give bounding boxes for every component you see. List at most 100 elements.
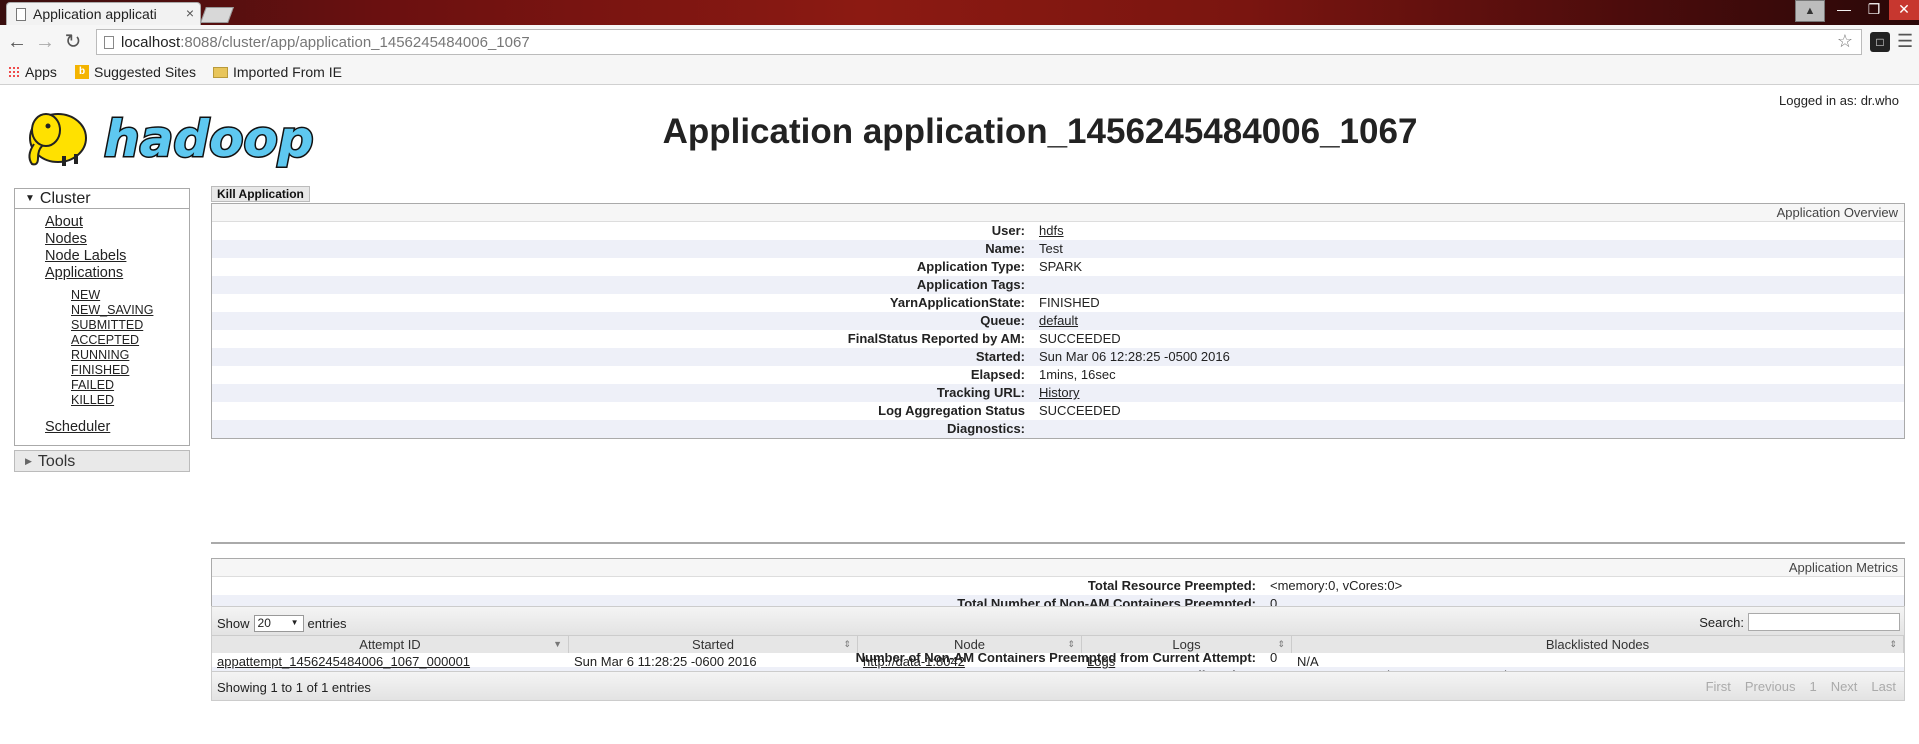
overview-value[interactable]: default — [1025, 312, 1078, 330]
column-label: Logs — [1172, 637, 1201, 652]
pager-next-button[interactable]: Next — [1831, 679, 1858, 694]
column-header[interactable]: Node ⇕ — [858, 636, 1082, 653]
overview-key: Started: — [975, 349, 1025, 364]
table-cell[interactable]: Logs — [1082, 653, 1292, 671]
triangle-right-icon: ▶ — [25, 456, 32, 466]
overview-key: Name: — [985, 241, 1025, 256]
entries-label: entries — [307, 616, 347, 631]
column-label: Attempt ID — [359, 637, 421, 652]
table-cell[interactable]: appattempt_1456245484006_1067_000001 — [212, 653, 569, 671]
pager-last-button[interactable]: Last — [1871, 679, 1896, 694]
overview-value[interactable]: hdfs — [1025, 222, 1064, 240]
browser-toolbar: ← → ↻ localhost:8088/cluster/app/applica… — [0, 25, 1919, 60]
back-arrow-icon[interactable]: ← — [6, 31, 28, 53]
sidebar-link-about[interactable]: About — [45, 214, 83, 230]
overview-title: Application Overview — [212, 204, 1904, 222]
sidebar-state-new-saving[interactable]: NEW_SAVING — [71, 303, 153, 317]
attempts-table: Show 20 entries Search: Attempt ID ▼ Start… — [211, 606, 1905, 701]
logo-wordmark: hadoop — [104, 110, 314, 168]
sort-both-icon: ⇕ — [843, 639, 851, 649]
metrics-value: <memory:0, vCores:0> — [1270, 578, 1403, 593]
overview-row: FinalStatus Reported by AM: SUCCEEDED — [212, 330, 1904, 348]
overview-key: Application Tags: — [916, 277, 1025, 292]
sidebar-state-killed[interactable]: KILLED — [71, 393, 114, 407]
cluster-label: Cluster — [39, 190, 91, 207]
table-cell: Sun Mar 6 11:28:25 -0600 2016 — [574, 654, 757, 669]
tools-section[interactable]: ▶ Tools — [14, 450, 190, 472]
overview-key: Tracking URL: — [936, 385, 1025, 400]
bookmark-label: Imported From IE — [233, 64, 342, 80]
overview-value: Sun Mar 06 12:28:25 -0500 2016 — [1039, 349, 1230, 364]
restore-icon[interactable]: ❐ — [1859, 0, 1889, 20]
overview-value: 1mins, 16sec — [1039, 367, 1116, 382]
column-header[interactable]: Logs ⇕ — [1082, 636, 1292, 653]
triangle-down-icon: ▼ — [25, 193, 35, 204]
bookmark-suggested-sites[interactable]: b Suggested Sites — [75, 64, 196, 80]
pager-previous-button[interactable]: Previous — [1745, 679, 1796, 694]
table-controls: Show 20 entries Search: — [211, 606, 1905, 636]
overview-value[interactable]: History — [1025, 384, 1079, 402]
sidebar-state-finished[interactable]: FINISHED — [71, 363, 129, 377]
bookmarks-bar: Apps b Suggested Sites Imported From IE — [0, 60, 1919, 85]
metrics-row: Total Resource Preempted: <memory:0, vCor… — [212, 577, 1904, 595]
sidebar-state-accepted[interactable]: ACCEPTED — [71, 333, 139, 347]
browser-tab[interactable]: Application applicati × — [6, 2, 201, 25]
table-cell[interactable]: http://data-1:8042 — [858, 653, 1082, 671]
kill-application-button[interactable]: Kill Application — [211, 186, 310, 202]
column-label: Started — [692, 637, 734, 652]
overview-row: Log Aggregation Status SUCCEEDED — [212, 402, 1904, 420]
metrics-key: Total Resource Preempted: — [1087, 578, 1256, 593]
overview-key: Elapsed: — [970, 367, 1025, 382]
overview-row: Application Type: SPARK — [212, 258, 1904, 276]
extension-icon[interactable]: □ — [1870, 32, 1890, 52]
sidebar-link-applications[interactable]: Applications — [45, 265, 123, 281]
hadoop-logo[interactable]: hadoop — [16, 94, 316, 174]
pager-1-button[interactable]: 1 — [1809, 679, 1816, 694]
bookmark-apps[interactable]: Apps — [8, 64, 57, 80]
cluster-section: ▼ Cluster About Nodes Node Labels Applica… — [14, 188, 190, 446]
overview-value — [1025, 276, 1039, 294]
search-input[interactable] — [1748, 613, 1900, 631]
page-content: Logged in as: dr.who hadoop Application … — [0, 86, 1919, 744]
page-size-control: Show 20 entries — [217, 615, 347, 632]
overview-row: Tracking URL: History — [212, 384, 1904, 402]
overview-key: Diagnostics: — [946, 421, 1025, 436]
overview-row: Queue: default — [212, 312, 1904, 330]
sidebar-link-node-labels[interactable]: Node Labels — [45, 248, 126, 264]
overview-row: Elapsed: 1mins, 16sec — [212, 366, 1904, 384]
table-search: Search: — [1699, 613, 1900, 631]
bookmark-star-icon[interactable]: ☆ — [1837, 31, 1853, 52]
sidebar-state-failed[interactable]: FAILED — [71, 378, 114, 392]
menu-icon[interactable]: ☰ — [1897, 31, 1913, 52]
sidebar-state-submitted[interactable]: SUBMITTED — [71, 318, 143, 332]
page-size-select[interactable]: 20 — [253, 615, 304, 632]
close-window-icon[interactable]: ✕ — [1889, 0, 1919, 20]
pager-first-button[interactable]: First — [1706, 679, 1731, 694]
table-header: Attempt ID ▼ Started ⇕ Node ⇕ Logs ⇕ Blacklisted… — [211, 636, 1905, 653]
sidebar-state-new[interactable]: NEW — [71, 288, 100, 302]
sidebar-link-scheduler[interactable]: Scheduler — [45, 419, 110, 435]
sidebar: ▼ Cluster About Nodes Node Labels Applica… — [14, 188, 190, 472]
new-tab-button[interactable] — [200, 7, 234, 23]
close-tab-icon[interactable]: × — [186, 5, 194, 21]
url-path: :8088/cluster/app/application_1456245484… — [180, 34, 530, 51]
cluster-header[interactable]: ▼ Cluster — [15, 189, 189, 209]
overview-key: YarnApplicationState: — [889, 295, 1025, 310]
table-footer: Showing 1 to 1 of 1 entries First Previou… — [211, 671, 1905, 701]
minimize-icon[interactable]: — — [1829, 0, 1859, 20]
bookmark-imported-from-ie[interactable]: Imported From IE — [213, 64, 342, 80]
folder-icon — [213, 66, 228, 78]
column-header[interactable]: Attempt ID ▼ — [212, 636, 569, 653]
column-label: Blacklisted Nodes — [1545, 637, 1650, 652]
reload-icon[interactable]: ↻ — [62, 31, 84, 53]
overview-key: User: — [991, 223, 1025, 238]
user-icon[interactable]: ▲ — [1795, 0, 1825, 22]
column-header[interactable]: Blacklisted Nodes ⇕ — [1292, 636, 1904, 653]
column-header[interactable]: Started ⇕ — [569, 636, 858, 653]
sidebar-state-running[interactable]: RUNNING — [71, 348, 129, 362]
sidebar-link-nodes[interactable]: Nodes — [45, 231, 87, 247]
forward-arrow-icon[interactable]: → — [34, 31, 56, 53]
overview-value: SUCCEEDED — [1039, 331, 1121, 346]
address-bar[interactable]: localhost:8088/cluster/app/application_1… — [96, 29, 1862, 55]
sort-both-icon: ⇕ — [1889, 639, 1897, 649]
